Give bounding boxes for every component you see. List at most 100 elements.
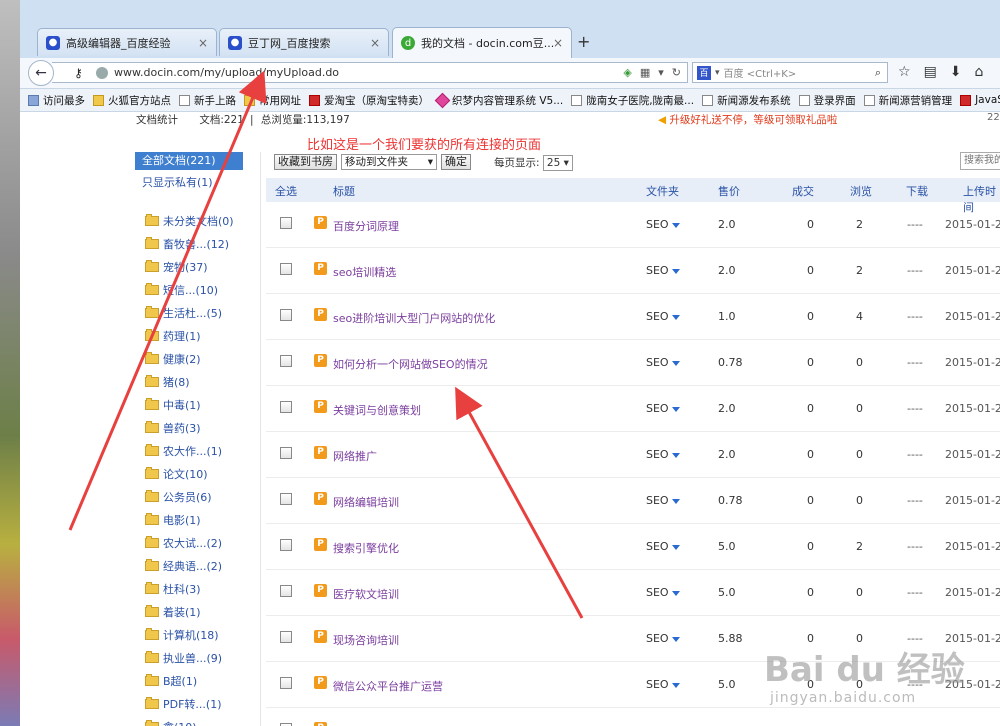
row-checkbox[interactable] xyxy=(280,585,292,597)
doc-title-link[interactable]: 微信公众平台推广运营 xyxy=(333,678,443,694)
url-text[interactable]: www.docin.com/my/upload/myUpload.do xyxy=(114,66,339,79)
doc-title-link[interactable]: 现场咨询培训 xyxy=(333,632,399,648)
doc-title-link[interactable]: 搜索引擎优化 xyxy=(333,540,399,556)
row-checkbox[interactable] xyxy=(280,217,292,229)
views: 0 xyxy=(856,402,863,415)
folder-item[interactable]: 宠物(37) xyxy=(145,255,255,278)
folder-item[interactable]: 公务员(6) xyxy=(145,485,255,508)
bookmark-item[interactable]: 新手上路 xyxy=(179,93,236,108)
folder-item[interactable]: 执业兽...(9) xyxy=(145,646,255,669)
url-bar[interactable]: ⚷ www.docin.com/my/upload/myUpload.do ◈ … xyxy=(52,62,688,83)
doc-title-link[interactable]: 如何分析一个网站做SEO的情况 xyxy=(333,356,488,372)
shield-icon[interactable]: ◈ xyxy=(623,66,631,79)
doc-title-link[interactable]: 百度分词原理 xyxy=(333,218,399,234)
promo-link[interactable]: ◀ 升级好礼送不停，等级可领取礼品啦 xyxy=(658,112,837,127)
confirm-button[interactable]: 确定 xyxy=(441,154,471,170)
folder-item[interactable]: 电影(1) xyxy=(145,508,255,531)
row-checkbox[interactable] xyxy=(280,677,292,689)
row-checkbox[interactable] xyxy=(280,631,292,643)
folder-item[interactable]: 农大试...(2) xyxy=(145,531,255,554)
tab-baidu-search[interactable]: ● 豆丁网_百度搜索 × xyxy=(219,28,389,56)
dropdown-icon[interactable]: ▾ xyxy=(658,66,664,79)
bookmark-item[interactable]: 访问最多 xyxy=(28,93,85,108)
search-icon[interactable]: ⌕ xyxy=(875,66,881,80)
folder-item[interactable]: 畜牧兽...(12) xyxy=(145,232,255,255)
folder-dropdown[interactable]: SEO xyxy=(646,540,680,553)
folder-item[interactable]: 生活杜...(5) xyxy=(145,301,255,324)
reload-icon[interactable]: ↻ xyxy=(672,66,681,79)
bookmark-item[interactable]: 火狐官方站点 xyxy=(93,93,171,108)
folder-item[interactable]: 着装(1) xyxy=(145,600,255,623)
doc-title-link[interactable]: seo培训精选 xyxy=(333,264,396,280)
folder-item[interactable]: 经典语...(2) xyxy=(145,554,255,577)
doc-title-link[interactable]: 网络编辑培训 xyxy=(333,494,399,510)
private-docs-filter[interactable]: 只显示私有(1) xyxy=(142,174,213,190)
all-docs-filter[interactable]: 全部文档(221) xyxy=(135,152,243,170)
close-icon[interactable]: × xyxy=(370,36,380,50)
folder-item[interactable]: PDF转...(1) xyxy=(145,692,255,715)
bookmark-item[interactable]: 爱淘宝（原淘宝特卖） xyxy=(309,93,429,108)
bookmark-item[interactable]: 织梦内容管理系统 V5... xyxy=(434,92,563,108)
folder-dropdown[interactable]: SEO xyxy=(646,356,680,369)
bookmark-item[interactable]: 陇南女子医院,陇南最... xyxy=(571,93,694,108)
folder-item[interactable]: 杜科(3) xyxy=(145,577,255,600)
doc-search-input[interactable]: 搜索我的 xyxy=(960,152,1000,170)
folder-dropdown[interactable]: SEO xyxy=(646,678,680,691)
folder-item[interactable]: 猪(8) xyxy=(145,370,255,393)
row-checkbox[interactable] xyxy=(280,355,292,367)
folder-item[interactable]: 中毒(1) xyxy=(145,393,255,416)
folder-dropdown[interactable]: SEO xyxy=(646,494,680,507)
folder-item[interactable]: 论文(10) xyxy=(145,462,255,485)
select-all[interactable]: 全选 xyxy=(275,183,297,199)
bookmark-item[interactable]: 新闻源发布系统 xyxy=(702,93,791,108)
row-checkbox[interactable] xyxy=(280,309,292,321)
baidu-engine-icon[interactable]: 百 xyxy=(697,65,711,80)
bookmark-item[interactable]: 新闻源营销管理 xyxy=(863,93,952,108)
chevron-down-icon[interactable]: ▾ xyxy=(715,68,720,78)
row-checkbox[interactable] xyxy=(280,263,292,275)
bookmark-item[interactable]: 常用网址 xyxy=(244,93,301,108)
download-icon[interactable]: ⬇ xyxy=(950,64,962,80)
search-box[interactable]: 百 ▾ 百度 <Ctrl+K> ⌕ xyxy=(692,62,888,83)
folder-dropdown[interactable]: SEO xyxy=(646,310,680,323)
folder-dropdown[interactable]: SEO xyxy=(646,402,680,415)
doc-title-link[interactable]: seo进阶培训大型门户网站的优化 xyxy=(333,310,495,326)
row-checkbox[interactable] xyxy=(280,493,292,505)
folder-item[interactable]: 健康(2) xyxy=(145,347,255,370)
row-checkbox[interactable] xyxy=(280,539,292,551)
close-icon[interactable]: × xyxy=(553,36,563,50)
tab-baidu-jingyan[interactable]: ● 高级编辑器_百度经验 × xyxy=(37,28,217,56)
qr-code-icon[interactable]: ▦ xyxy=(640,66,650,79)
folder-item[interactable]: 药理(1) xyxy=(145,324,255,347)
folder-item[interactable]: B超(1) xyxy=(145,669,255,692)
doc-title-link[interactable]: 网络推广 xyxy=(333,448,377,464)
new-tab-button[interactable]: + xyxy=(577,32,590,51)
doc-title-link[interactable]: 关键词与创意策划 xyxy=(333,402,421,418)
table-row: P 医疗软文培训 SEO 5.0 0 0 ---- 2015-01-26 14:05 xyxy=(266,570,1000,616)
bookmark-item[interactable]: JavaScri xyxy=(960,94,1000,106)
folder-item[interactable]: 计算机(18) xyxy=(145,623,255,646)
folder-dropdown[interactable]: SEO xyxy=(646,448,680,461)
per-page-select[interactable]: 25 ▾ xyxy=(542,155,573,171)
bookmarks-list-icon[interactable]: ▤ xyxy=(924,64,937,80)
folder-dropdown[interactable]: SEO xyxy=(646,632,680,645)
folder-item[interactable]: 农大作...(1) xyxy=(145,439,255,462)
folder-dropdown[interactable]: SEO xyxy=(646,586,680,599)
folder-dropdown[interactable]: SEO xyxy=(646,264,680,277)
move-folder-select[interactable]: 移动到文件夹 ▾ xyxy=(341,154,437,170)
folder-item[interactable]: 未分类文档(0) xyxy=(145,209,255,232)
folder-item[interactable]: 禽(10) xyxy=(145,715,255,726)
collect-button[interactable]: 收藏到书房 xyxy=(274,154,337,170)
home-icon[interactable]: ⌂ xyxy=(975,64,984,80)
tab-docin[interactable]: d 我的文档 - docin.com豆... × xyxy=(392,27,572,58)
folder-item[interactable]: 短信...(10) xyxy=(145,278,255,301)
row-checkbox[interactable] xyxy=(280,447,292,459)
back-button[interactable]: ← xyxy=(28,60,54,86)
bookmark-item[interactable]: 登录界面 xyxy=(798,93,856,108)
star-icon[interactable]: ☆ xyxy=(898,64,911,80)
close-icon[interactable]: × xyxy=(198,36,208,50)
row-checkbox[interactable] xyxy=(280,401,292,413)
folder-item[interactable]: 兽药(3) xyxy=(145,416,255,439)
folder-dropdown[interactable]: SEO xyxy=(646,218,680,231)
doc-title-link[interactable]: 医疗软文培训 xyxy=(333,586,399,602)
